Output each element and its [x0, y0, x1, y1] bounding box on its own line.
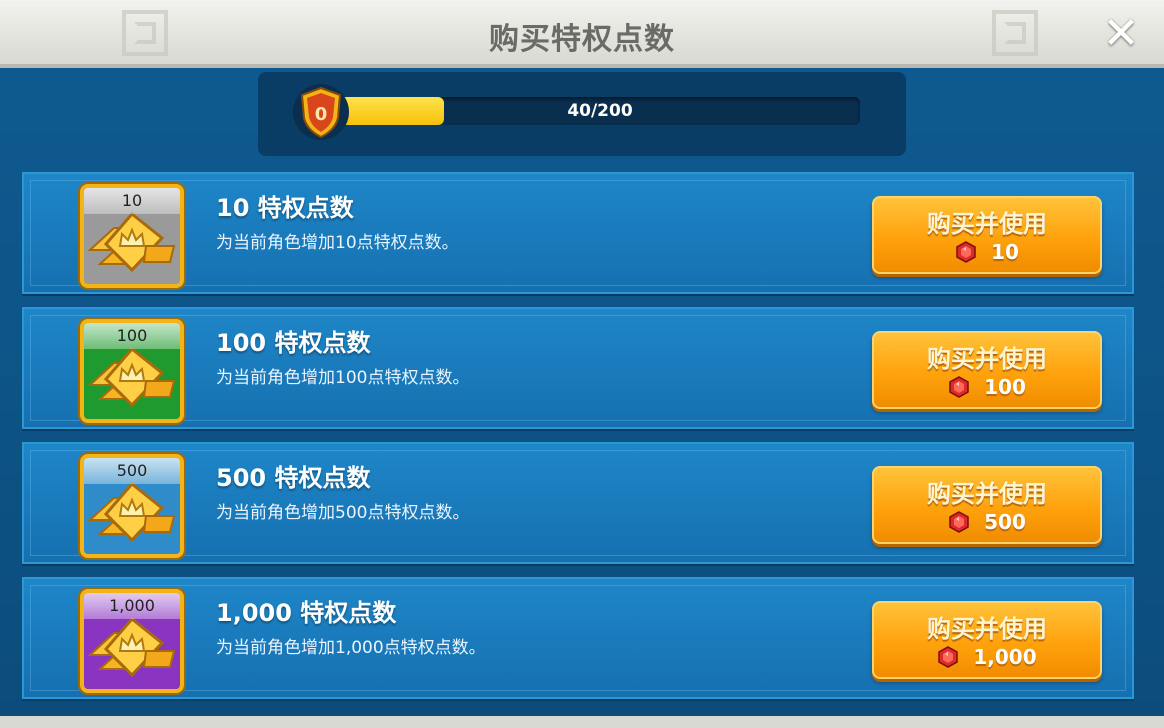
close-icon: ✕ — [1102, 7, 1140, 59]
item-row: 1,000 1,000 特权点数 为当前角色增加1,000点特权点数。 购买并使… — [22, 577, 1134, 699]
buy-and-use-button[interactable]: 购买并使用 500 — [872, 466, 1102, 544]
item-description: 为当前角色增加500点特权点数。 — [216, 503, 470, 523]
item-title: 10 特权点数 — [216, 194, 354, 222]
ruby-gem-icon — [949, 511, 969, 533]
privilege-point-tile: 10 — [80, 184, 184, 288]
buy-and-use-button[interactable]: 购买并使用 10 — [872, 196, 1102, 274]
item-title: 500 特权点数 — [216, 464, 371, 492]
item-description: 为当前角色增加10点特权点数。 — [216, 233, 459, 253]
buy-button-label: 购买并使用 — [927, 615, 1047, 643]
tile-label: 100 — [84, 323, 180, 349]
level-shield-icon: 0 — [293, 84, 349, 140]
dialog-title: 购买特权点数 — [489, 22, 675, 57]
fret-ornament-icon — [992, 10, 1038, 56]
item-row: 10 10 特权点数 为当前角色增加10点特权点数。 购买并使用 10 — [22, 172, 1134, 294]
buy-and-use-button[interactable]: 购买并使用 100 — [872, 331, 1102, 409]
price-amount: 1,000 — [973, 645, 1037, 669]
item-row: 500 500 特权点数 为当前角色增加500点特权点数。 购买并使用 500 — [22, 442, 1134, 564]
item-description: 为当前角色增加100点特权点数。 — [216, 368, 470, 388]
price: 10 — [874, 238, 1100, 266]
tile-label: 10 — [84, 188, 180, 214]
level-number: 0 — [315, 104, 328, 125]
close-button[interactable]: ✕ — [1096, 7, 1146, 59]
price: 1,000 — [874, 643, 1100, 671]
buy-and-use-button[interactable]: 购买并使用 1,000 — [872, 601, 1102, 679]
ruby-gem-icon — [949, 376, 969, 398]
buy-button-label: 购买并使用 — [927, 210, 1047, 238]
price: 500 — [874, 508, 1100, 536]
tile-label: 500 — [84, 458, 180, 484]
price-amount: 100 — [984, 375, 1026, 399]
item-description: 为当前角色增加1,000点特权点数。 — [216, 638, 486, 658]
item-row: 100 100 特权点数 为当前角色增加100点特权点数。 购买并使用 100 — [22, 307, 1134, 429]
buy-button-label: 购买并使用 — [927, 480, 1047, 508]
privilege-point-tile: 100 — [80, 319, 184, 423]
price-amount: 500 — [984, 510, 1026, 534]
price: 100 — [874, 373, 1100, 401]
privilege-point-tile: 1,000 — [80, 589, 184, 693]
title-bar: 购买特权点数 ✕ — [0, 0, 1164, 68]
item-title: 1,000 特权点数 — [216, 599, 397, 627]
progress-text: 40/200 — [567, 101, 633, 121]
ruby-gem-icon — [956, 241, 976, 263]
bottom-frame — [0, 716, 1164, 728]
buy-button-label: 购买并使用 — [927, 345, 1047, 373]
ruby-gem-icon — [938, 646, 959, 668]
tile-label: 1,000 — [84, 593, 180, 619]
price-amount: 10 — [991, 240, 1019, 264]
item-title: 100 特权点数 — [216, 329, 371, 357]
privilege-point-tile: 500 — [80, 454, 184, 558]
